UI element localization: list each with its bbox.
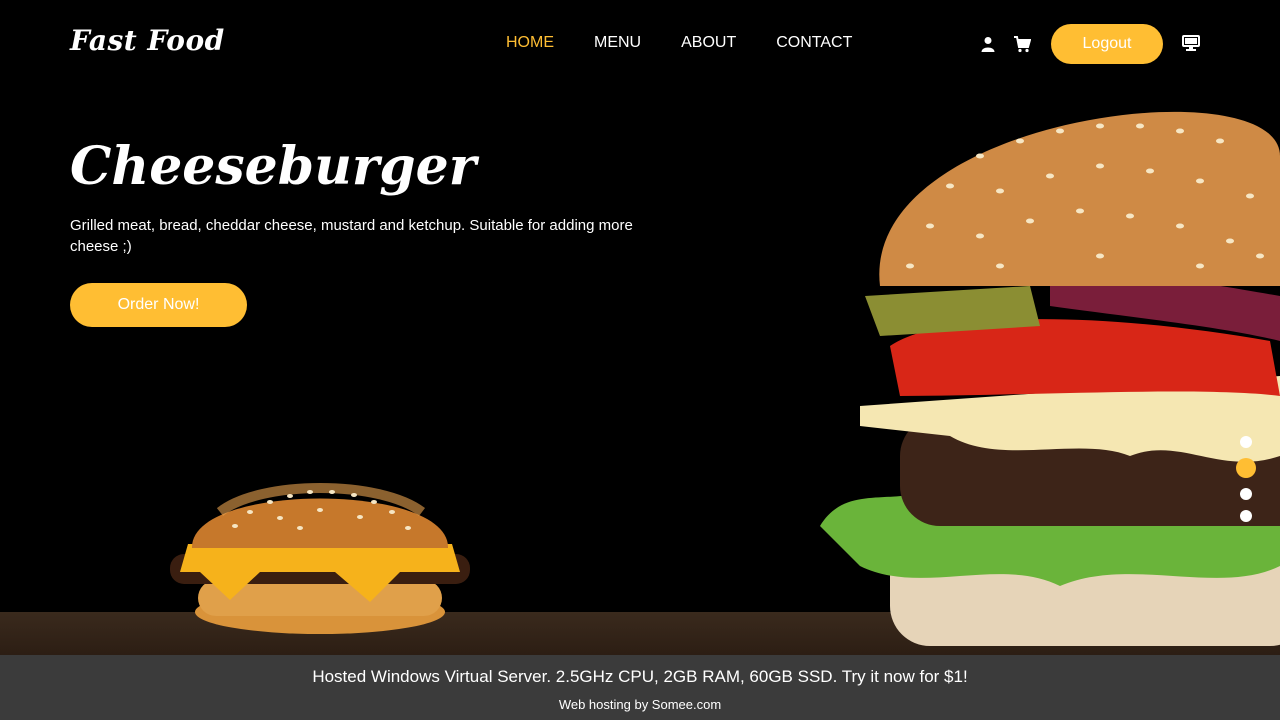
- cart-icon[interactable]: [1013, 35, 1031, 53]
- user-icon[interactable]: [980, 36, 996, 52]
- site-logo[interactable]: Fast Food: [70, 24, 225, 57]
- hosting-promo-link[interactable]: Hosted Windows Virtual Server. 2.5GHz CP…: [0, 655, 1280, 687]
- main-nav: HOME MENU ABOUT CONTACT: [506, 34, 852, 52]
- logout-button[interactable]: Logout: [1051, 24, 1163, 64]
- nav-contact[interactable]: CONTACT: [776, 34, 852, 52]
- carousel-dot-3[interactable]: [1240, 488, 1252, 500]
- order-now-button[interactable]: Order Now!: [70, 283, 247, 327]
- carousel-indicators: [1236, 436, 1256, 522]
- monitor-icon[interactable]: [1182, 35, 1200, 51]
- carousel-dot-2[interactable]: [1236, 458, 1256, 478]
- hero-title: Cheeseburger: [70, 136, 477, 197]
- nav-about[interactable]: ABOUT: [681, 34, 736, 52]
- hosting-credit-link[interactable]: Web hosting by Somee.com: [0, 697, 1280, 712]
- nav-home[interactable]: HOME: [506, 34, 554, 52]
- carousel-dot-1[interactable]: [1240, 436, 1252, 448]
- hero-description: Grilled meat, bread, cheddar cheese, mus…: [70, 217, 633, 255]
- nav-menu[interactable]: MENU: [594, 34, 641, 52]
- site-header: Fast Food HOME MENU ABOUT CONTACT Logout: [0, 0, 1280, 88]
- large-burger-image: [820, 111, 1280, 646]
- small-burger-image: [170, 483, 470, 634]
- hosting-banner: Hosted Windows Virtual Server. 2.5GHz CP…: [0, 655, 1280, 720]
- carousel-dot-4[interactable]: [1240, 510, 1252, 522]
